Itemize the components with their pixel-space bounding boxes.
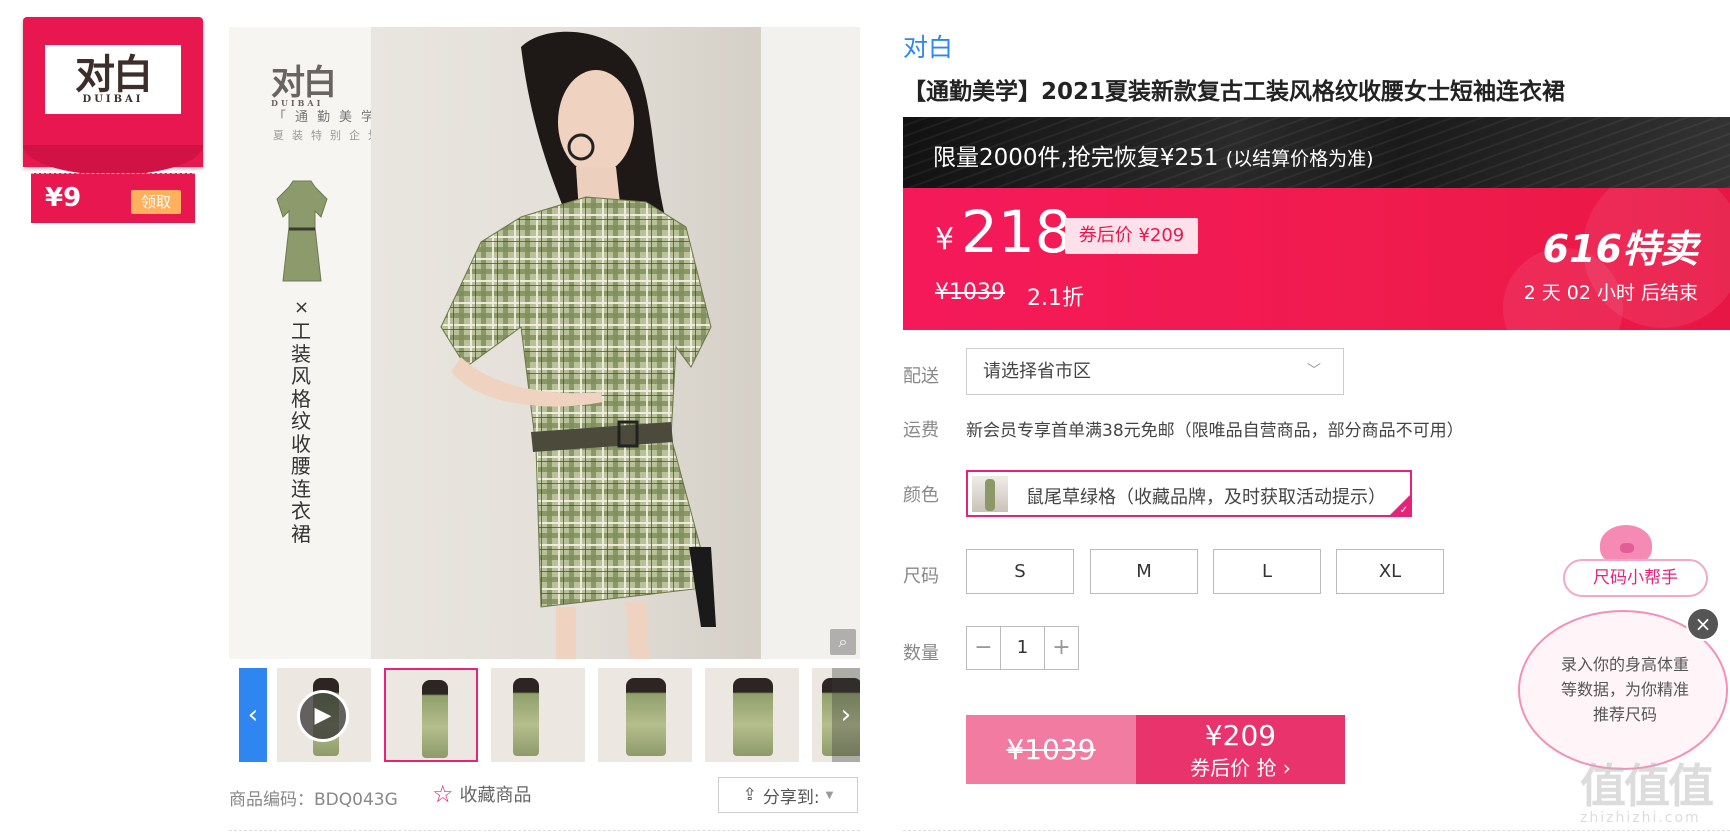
share-icon: ⇪ — [742, 785, 757, 805]
close-icon[interactable]: × — [1686, 607, 1720, 641]
plus-button[interactable]: + — [1045, 627, 1078, 669]
original-price: ¥1039 — [935, 280, 1005, 305]
chevron-left-icon[interactable]: ‹ — [239, 668, 267, 762]
watermark-logo: 值值值 — [1580, 759, 1714, 813]
coupon-header: 对白 DUIBAI — [23, 17, 203, 175]
delivery-label: 配送 — [903, 366, 939, 387]
countdown: 2 天 02 小时 后结束 — [1523, 282, 1698, 304]
caret-down-icon: ▼ — [825, 789, 834, 801]
freight-text: 新会员专享首单满38元免邮（限唯品自营商品，部分商品不可用） — [966, 421, 1464, 441]
image-brandmark-cn: 对白 — [271, 63, 337, 103]
share-label: 分享到: — [762, 787, 820, 808]
address-select[interactable]: 请选择省市区 ﹀ — [966, 348, 1344, 395]
coupon-footer: ¥9 领取 — [31, 173, 195, 223]
vertical-title: 工装风格纹收腰连衣裙 — [291, 319, 311, 546]
buy-main[interactable]: ¥209 券后价 抢 › — [1136, 715, 1345, 784]
model-photo — [371, 27, 860, 659]
thumbnail-image[interactable] — [705, 668, 799, 762]
brand-coupon[interactable]: 对白 DUIBAI ¥9 领取 — [23, 17, 203, 223]
size-option-s[interactable]: S — [966, 549, 1074, 594]
buy-action: 券后价 抢 › — [1190, 756, 1291, 780]
main-product-image[interactable]: 对白 DUIBAI 「通勤美学」 夏装特别企划 × 工装风格纹收腰连衣裙 ⌕ — [229, 27, 860, 659]
limited-note: (以结算价格为准) — [1225, 148, 1374, 170]
image-brandmark: 对白 DUIBAI — [271, 55, 337, 108]
quantity-input[interactable]: 1 — [1000, 627, 1045, 669]
thumbnail-image-active[interactable] — [384, 668, 478, 762]
product-code: 商品编码：BDQ043G — [229, 790, 398, 810]
color-label: 颜色 — [903, 485, 939, 506]
minus-button[interactable]: − — [967, 627, 1000, 669]
thumbnail-video[interactable]: ▶ — [277, 668, 371, 762]
thumbnail-figure — [513, 678, 539, 756]
quantity-stepper: − 1 + — [966, 626, 1079, 670]
play-icon[interactable]: ▶ — [297, 690, 349, 742]
chevron-right-icon[interactable]: › — [832, 668, 860, 762]
limited-banner: 限量2000件,抢完恢复¥251 (以结算价格为准) — [903, 117, 1730, 188]
share-button[interactable]: ⇪ 分享到: ▼ — [718, 777, 858, 813]
price-panel: ¥ 218 券后价 ¥209 ¥1039 2.1折 616特卖 2 天 02 小… — [903, 188, 1730, 330]
thumbnail-figure — [733, 678, 773, 756]
after-coupon-badge: 券后价 ¥209 — [1065, 218, 1198, 254]
buy-original-price: ¥1039 — [966, 715, 1136, 784]
event-title: 616特卖 — [1542, 227, 1698, 271]
check-icon: ✓ — [1399, 505, 1408, 516]
discount: 2.1折 — [1027, 286, 1084, 311]
color-swatch — [972, 476, 1008, 512]
limited-text: 限量2000件,抢完恢复¥251 (以结算价格为准) — [933, 138, 1374, 172]
brand-logo-cn: 对白 — [75, 50, 153, 98]
size-helper-text: 录入你的身高体重等数据，为你精准推荐尺码 — [1560, 655, 1689, 724]
model-figure — [440, 31, 716, 659]
product-title: 【通勤美学】2021夏装新款复古工装风格纹收腰女士短袖连衣裙 — [903, 79, 1566, 105]
favorite-label: 收藏商品 — [459, 785, 532, 806]
color-name: 鼠尾草绿格（收藏品牌，及时获取活动提示） — [1026, 487, 1386, 508]
thumbnail-figure — [626, 678, 666, 756]
size-helper-tag[interactable]: 尺码小帮手 — [1563, 559, 1708, 597]
coupon-get-button[interactable]: 领取 — [131, 190, 181, 214]
thumbnail-image[interactable] — [491, 668, 585, 762]
thumbnail-figure — [422, 680, 448, 758]
brand-link[interactable]: 对白 — [903, 28, 953, 64]
buy-price: ¥209 — [1204, 719, 1277, 752]
thumbnail-image[interactable] — [598, 668, 692, 762]
brand-logo: 对白 DUIBAI — [45, 45, 181, 114]
size-option-l[interactable]: L — [1213, 549, 1321, 594]
favorite-button[interactable]: ☆ 收藏商品 — [432, 780, 532, 808]
divider — [229, 830, 860, 831]
address-placeholder: 请选择省市区 — [983, 361, 1091, 382]
site-watermark: 值值值 zhizhizhi.com — [1580, 750, 1730, 835]
size-option-xl[interactable]: XL — [1336, 549, 1444, 594]
brand-logo-en: DUIBAI — [82, 93, 144, 105]
quantity-label: 数量 — [903, 643, 939, 664]
thumbnail-strip: ‹ ▶ › — [229, 668, 860, 762]
current-price: 218 — [961, 198, 1072, 266]
magnifier-icon[interactable]: ⌕ — [830, 629, 856, 655]
buy-button[interactable]: ¥1039 ¥209 券后价 抢 › — [966, 715, 1345, 784]
size-option-m[interactable]: M — [1090, 549, 1198, 594]
color-option-selected[interactable]: 鼠尾草绿格（收藏品牌，及时获取活动提示） ✓ — [966, 470, 1412, 517]
coupon-amount: ¥9 — [45, 183, 82, 213]
size-label: 尺码 — [903, 566, 939, 587]
dress-sketch-icon — [276, 180, 328, 282]
image-slogan-sub: 夏装特别企划 — [273, 129, 387, 142]
price-currency: ¥ — [935, 222, 955, 257]
freight-label: 运费 — [903, 420, 939, 441]
chevron-down-icon: ﹀ — [1307, 363, 1321, 379]
limited-main: 限量2000件,抢完恢复¥251 — [933, 145, 1219, 171]
times-mark: × — [294, 297, 310, 318]
star-outline-icon: ☆ — [432, 780, 454, 808]
